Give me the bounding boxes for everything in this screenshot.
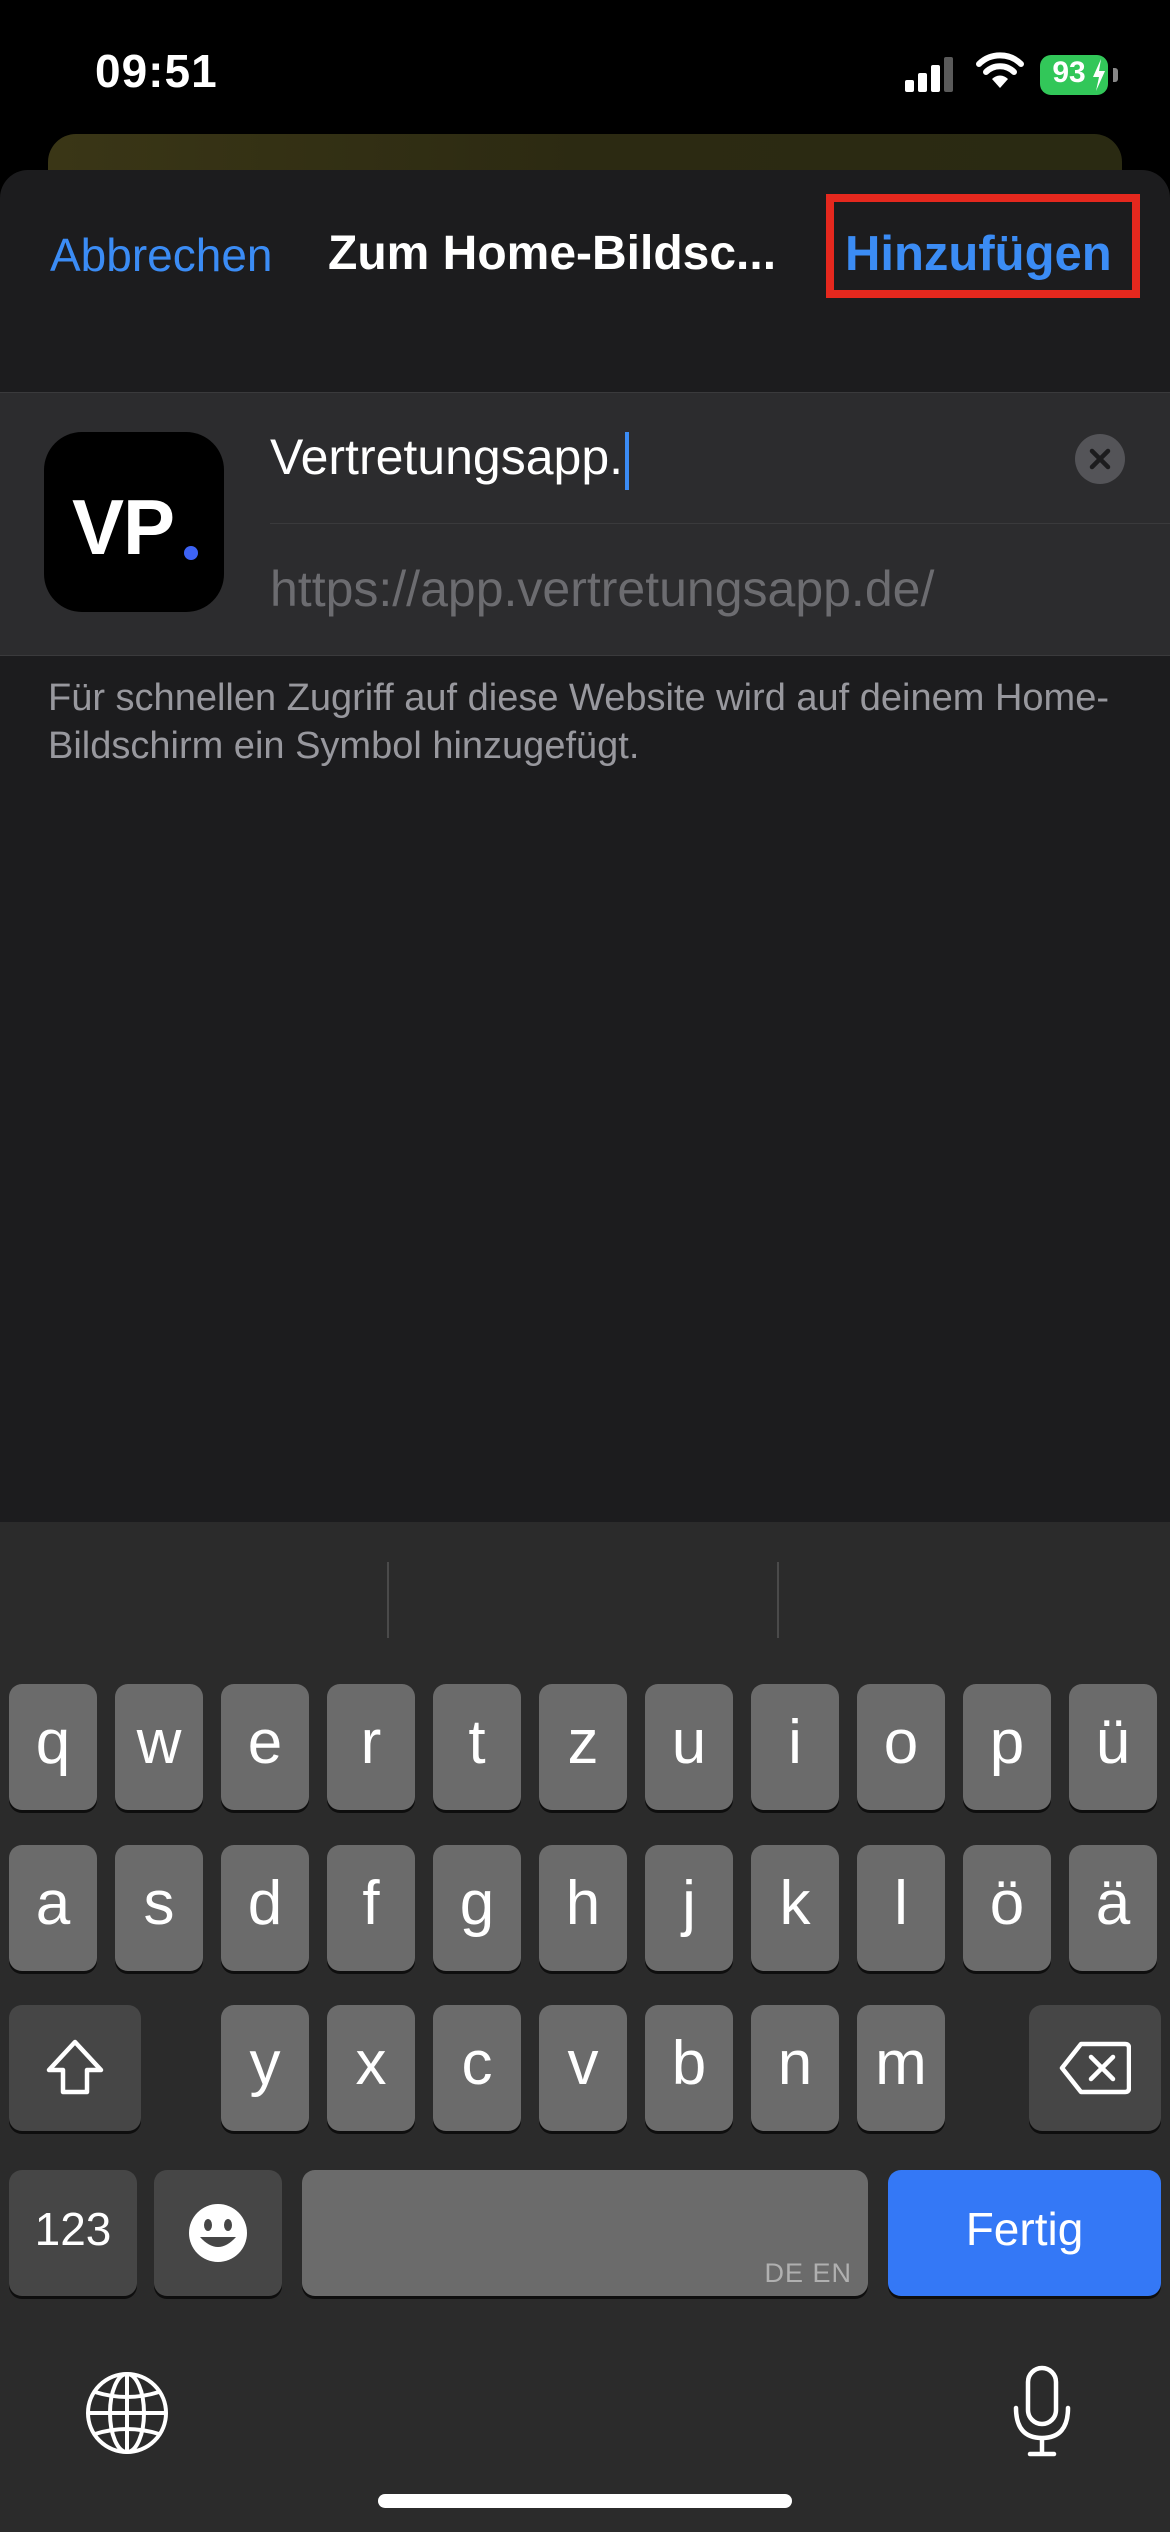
- key-c[interactable]: c: [433, 2005, 521, 2131]
- home-indicator: [378, 2494, 792, 2508]
- key-w[interactable]: w: [115, 1684, 203, 1810]
- app-icon-label: VP: [72, 483, 175, 571]
- suggestion-divider: [387, 1562, 389, 1638]
- key-f[interactable]: f: [327, 1845, 415, 1971]
- key-v[interactable]: v: [539, 2005, 627, 2131]
- delete-key[interactable]: [1029, 2005, 1161, 2131]
- key-r[interactable]: r: [327, 1684, 415, 1810]
- shift-icon: [46, 2039, 104, 2095]
- sheet-title: Zum Home-Bildsc...: [328, 227, 777, 280]
- key-ü[interactable]: ü: [1069, 1684, 1157, 1810]
- key-b[interactable]: b: [645, 2005, 733, 2131]
- status-time: 09:51: [95, 45, 218, 97]
- key-x[interactable]: x: [327, 2005, 415, 2131]
- close-icon: [1089, 448, 1111, 470]
- done-key[interactable]: Fertig: [888, 2170, 1161, 2296]
- key-d[interactable]: d: [221, 1845, 309, 1971]
- app-icon: VP: [44, 432, 224, 612]
- key-j[interactable]: j: [645, 1845, 733, 1971]
- clear-button[interactable]: [1075, 434, 1125, 484]
- keyboard: qwertzuiopü asdfghjklöä yxcvbnm 123 DE E…: [0, 1522, 1170, 2532]
- key-u[interactable]: u: [645, 1684, 733, 1810]
- numbers-key[interactable]: 123: [9, 2170, 137, 2296]
- battery-tip: [1113, 68, 1118, 82]
- key-n[interactable]: n: [751, 2005, 839, 2131]
- info-text: Für schnellen Zugriff auf diese Website …: [48, 677, 1109, 767]
- microphone-icon[interactable]: [1010, 2364, 1074, 2460]
- divider: [270, 523, 1170, 524]
- key-t[interactable]: t: [433, 1684, 521, 1810]
- add-to-home-sheet: Abbrechen Zum Home-Bildsc... Hinzufügen …: [0, 170, 1170, 1522]
- key-e[interactable]: e: [221, 1684, 309, 1810]
- url-field: https://app.vertretungsapp.de/: [270, 561, 935, 617]
- emoji-icon: [189, 2204, 247, 2262]
- cancel-button[interactable]: Abbrechen: [50, 228, 273, 282]
- globe-icon[interactable]: [84, 2370, 170, 2456]
- shift-key[interactable]: [9, 2005, 141, 2131]
- divider: [0, 392, 1170, 393]
- bookmark-form: VP Vertretungsapp. https://app.vertretun…: [0, 392, 1170, 656]
- key-g[interactable]: g: [433, 1845, 521, 1971]
- key-a[interactable]: a: [9, 1845, 97, 1971]
- add-button[interactable]: Hinzufügen: [845, 226, 1112, 282]
- key-o[interactable]: o: [857, 1684, 945, 1810]
- key-m[interactable]: m: [857, 2005, 945, 2131]
- key-q[interactable]: q: [9, 1684, 97, 1810]
- key-p[interactable]: p: [963, 1684, 1051, 1810]
- key-h[interactable]: h: [539, 1845, 627, 1971]
- key-z[interactable]: z: [539, 1684, 627, 1810]
- key-i[interactable]: i: [751, 1684, 839, 1810]
- suggestion-divider: [777, 1562, 779, 1638]
- battery-percent: 93: [1052, 56, 1086, 89]
- text-caret: [625, 431, 630, 490]
- key-y[interactable]: y: [221, 2005, 309, 2131]
- emoji-key[interactable]: [154, 2170, 282, 2296]
- wifi-icon: [976, 52, 1024, 88]
- app-icon-dot: [184, 546, 198, 560]
- name-input[interactable]: Vertretungsapp.: [270, 428, 630, 490]
- signal-icon: [905, 57, 953, 92]
- key-s[interactable]: s: [115, 1845, 203, 1971]
- key-ö[interactable]: ö: [963, 1845, 1051, 1971]
- key-l[interactable]: l: [857, 1845, 945, 1971]
- space-language-label: DE EN: [764, 2258, 852, 2288]
- key-ä[interactable]: ä: [1069, 1845, 1157, 1971]
- delete-icon: [1059, 2041, 1132, 2095]
- key-k[interactable]: k: [751, 1845, 839, 1971]
- name-input-value: Vertretungsapp.: [270, 429, 624, 485]
- space-key[interactable]: DE EN: [302, 2170, 868, 2296]
- status-bar: 09:51 93: [0, 0, 1170, 140]
- battery-icon: 93: [1040, 55, 1118, 95]
- charging-bolt-icon: [1093, 59, 1105, 91]
- divider: [0, 655, 1170, 656]
